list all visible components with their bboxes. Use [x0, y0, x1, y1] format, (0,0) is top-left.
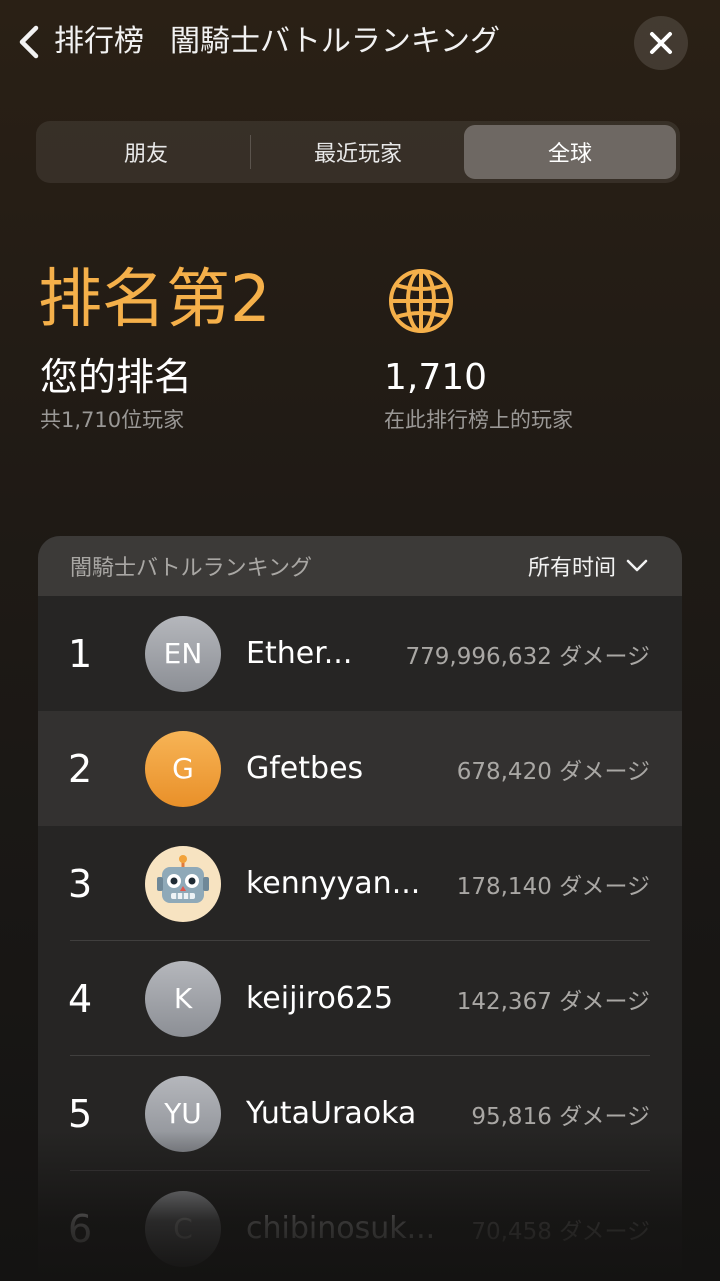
- player-count: 1,710: [384, 357, 488, 398]
- row-rank: 3: [68, 861, 93, 906]
- leaderboard-card: 闇騎士バトルランキング 所有时间 1 EN Ether... 779,996,6…: [38, 536, 682, 1281]
- avatar: G: [145, 730, 221, 807]
- chevron-down-icon: [626, 559, 648, 572]
- avatar: YU: [145, 1075, 221, 1152]
- player-score: 178,140 ダメージ: [456, 873, 650, 900]
- player-count-subtitle: 在此排行榜上的玩家: [384, 408, 573, 432]
- header: 排行榜 闇騎士バトルランキング: [0, 0, 720, 90]
- rank-label: 您的排名: [40, 355, 193, 399]
- player-name: kennyyan...: [246, 866, 421, 901]
- time-filter-dropdown[interactable]: 所有时间: [528, 550, 648, 582]
- row-rank: 4: [68, 976, 93, 1021]
- row-rank: 2: [68, 746, 93, 791]
- avatar: C: [145, 1190, 221, 1267]
- player-name: Gfetbes: [246, 751, 364, 786]
- segment-divider: [250, 135, 251, 169]
- time-filter-label: 所有时间: [527, 556, 616, 581]
- header-title: 排行榜 闇騎士バトルランキング: [54, 22, 500, 62]
- globe-icon: [386, 266, 456, 336]
- tab-recent-players[interactable]: 最近玩家: [252, 125, 464, 179]
- leaderboard-row-current-user[interactable]: 2 G Gfetbes 678,420 ダメージ: [38, 711, 682, 826]
- player-score: 779,996,632 ダメージ: [405, 643, 650, 670]
- row-rank: 5: [68, 1091, 93, 1136]
- player-name: Ether...: [246, 636, 353, 671]
- close-icon: [650, 32, 672, 54]
- player-name: YutaUraoka: [246, 1096, 417, 1131]
- row-rank: 6: [68, 1206, 93, 1251]
- avatar: K: [145, 960, 221, 1037]
- leaderboard-row[interactable]: 5 YU YutaUraoka 95,816 ダメージ: [38, 1056, 682, 1171]
- close-button[interactable]: [634, 16, 688, 70]
- player-score: 70,458 ダメージ: [471, 1218, 650, 1245]
- rank-headline: 排名第2: [38, 263, 271, 337]
- tab-friends[interactable]: 朋友: [40, 125, 252, 179]
- leaderboard-header: 闇騎士バトルランキング 所有时间: [38, 536, 682, 596]
- robot-icon: [145, 845, 221, 922]
- game-title: 闇騎士バトルランキング: [170, 24, 500, 59]
- leaderboard-row[interactable]: 1 EN Ether... 779,996,632 ダメージ: [38, 596, 682, 711]
- player-name: chibinosuk...: [246, 1211, 436, 1246]
- player-score: 678,420 ダメージ: [456, 758, 650, 785]
- row-rank: 1: [68, 631, 93, 676]
- tab-global[interactable]: 全球: [464, 125, 676, 179]
- back-label[interactable]: 排行榜: [54, 24, 144, 59]
- avatar: EN: [145, 615, 221, 692]
- player-score: 142,367 ダメージ: [456, 988, 650, 1015]
- player-score: 95,816 ダメージ: [471, 1103, 650, 1130]
- scope-segmented-control: 朋友 最近玩家 全球: [36, 121, 680, 183]
- back-chevron-icon[interactable]: [14, 22, 44, 62]
- rank-subtitle: 共1,710位玩家: [40, 408, 185, 432]
- leaderboard-row[interactable]: 3 kennyyan... 178,140 ダメージ: [38, 826, 682, 941]
- leaderboard-title: 闇騎士バトルランキング: [70, 556, 313, 581]
- leaderboard-row[interactable]: 4 K keijiro625 142,367 ダメージ: [38, 941, 682, 1056]
- leaderboard-row[interactable]: 6 C chibinosuk... 70,458 ダメージ: [38, 1171, 682, 1281]
- player-name: keijiro625: [246, 981, 394, 1016]
